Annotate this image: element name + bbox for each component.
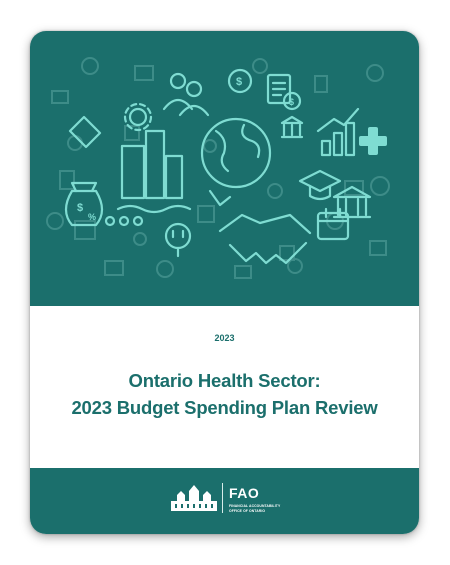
icon-collage: $ $ $ %	[46, 57, 390, 279]
fao-logo: FAO FINANCIAL ACCOUNTABILITY OFFICE OF O…	[169, 483, 289, 517]
gear-icon	[123, 102, 153, 132]
plug-icon	[164, 222, 192, 258]
growth-chart-icon	[316, 107, 360, 157]
city-buildings-icon	[116, 129, 192, 214]
people-icon	[369, 240, 387, 256]
percent-icon: %	[88, 212, 96, 222]
document-icon	[314, 75, 328, 93]
gear-icon	[156, 260, 174, 278]
globe-icon	[200, 117, 272, 207]
graduation-cap-icon	[298, 169, 342, 201]
calendar-icon	[316, 207, 350, 241]
bank-icon	[280, 115, 304, 139]
building-icon	[234, 265, 252, 279]
dollar-sign-icon: $	[289, 97, 294, 107]
fao-logo-word: FAO	[229, 485, 260, 501]
parliament-building-icon	[171, 485, 217, 511]
handshake-small-icon	[68, 115, 102, 149]
background-icons	[46, 57, 390, 279]
building-icon	[51, 90, 69, 104]
medical-icon	[104, 260, 124, 276]
fao-logo-subtitle-1: FINANCIAL ACCOUNTABILITY	[229, 504, 281, 508]
report-title: Ontario Health Sector: 2023 Budget Spend…	[30, 367, 419, 421]
title-panel: 2023 Ontario Health Sector: 2023 Budget …	[30, 306, 419, 468]
three-dots-icon	[104, 215, 144, 227]
gear-icon	[46, 212, 64, 230]
people-icon	[162, 72, 210, 117]
gear-icon	[287, 258, 303, 274]
coin-icon	[81, 57, 99, 75]
footer-bar: FAO FINANCIAL ACCOUNTABILITY OFFICE OF O…	[30, 468, 419, 534]
title-line-1: Ontario Health Sector:	[128, 370, 321, 391]
dollar-sign-icon: $	[77, 202, 83, 214]
dot-icon	[133, 232, 147, 246]
hero-illustration: $ $ $ %	[30, 31, 419, 306]
coin-icon	[366, 64, 384, 82]
chart-icon	[134, 65, 154, 81]
heart-icon	[67, 135, 83, 151]
title-line-2: 2023 Budget Spending Plan Review	[71, 397, 378, 418]
gear-icon	[252, 58, 268, 74]
document-icon	[59, 170, 75, 190]
handshake-icon	[370, 176, 390, 196]
medical-cross-icon	[359, 127, 387, 155]
logo-divider	[222, 483, 223, 513]
fao-logo-subtitle-2: OFFICE OF ONTARIO	[229, 508, 266, 513]
grid-icon	[197, 205, 215, 223]
invoice-icon	[266, 73, 302, 111]
coin-icon	[267, 183, 283, 199]
dollar-sign-icon: $	[236, 76, 242, 88]
report-year: 2023	[214, 333, 235, 343]
chart-icon	[74, 220, 96, 240]
dot-icon	[203, 139, 217, 153]
handshake-icon	[218, 213, 312, 265]
report-cover: $ $ $ % 2023 Ontario Health Sector: 2023…	[30, 31, 419, 534]
